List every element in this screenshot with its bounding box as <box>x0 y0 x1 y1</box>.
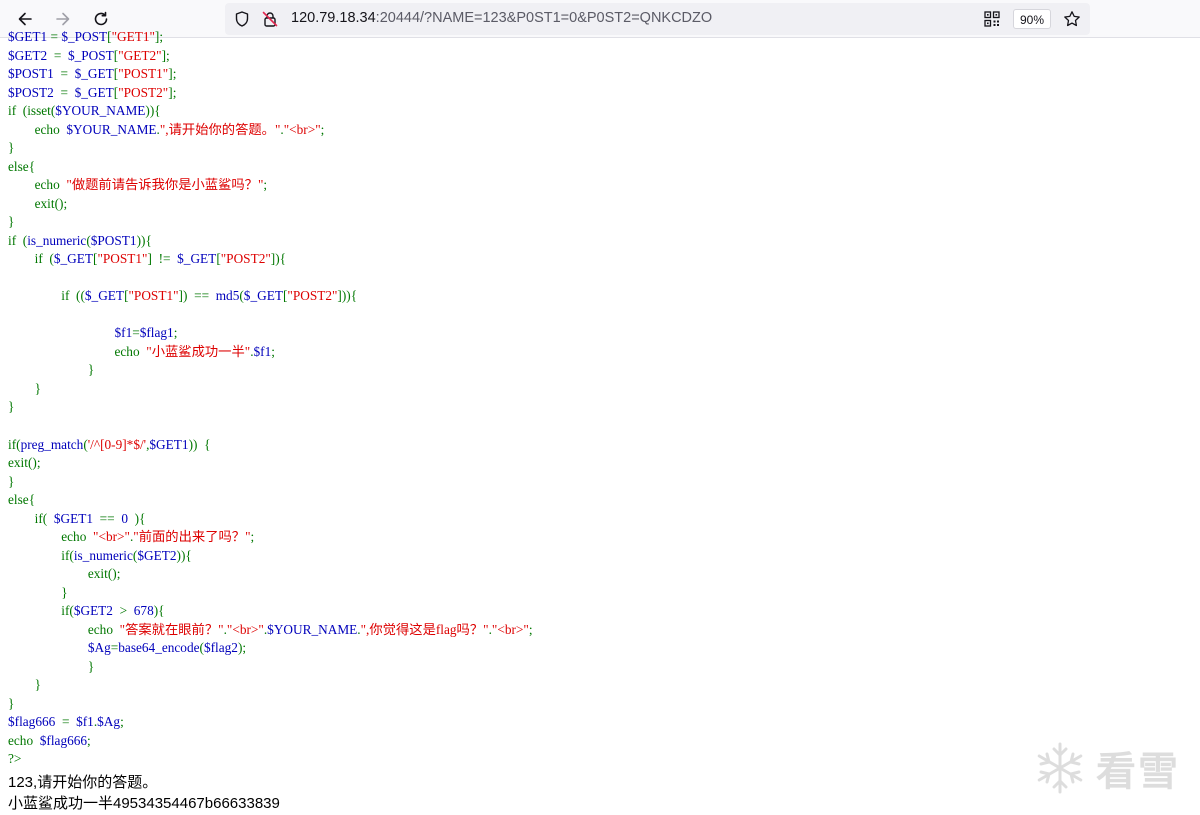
code-line: exit(); <box>34 196 68 211</box>
code-line: echo "小蓝鲨成功一半".$f1; <box>114 344 275 359</box>
code-line: if(preg_match('/^[0-9]*$/',$GET1)) { <box>8 437 211 452</box>
code-line: $GET1 = $_POST["GET1"]; <box>8 29 164 44</box>
code-line: if (is_numeric($POST1)){ <box>8 233 152 248</box>
watermark-text: 看雪 <box>1096 749 1180 795</box>
code-line: else{ <box>8 492 36 507</box>
output-line: 123,请开始你的答题。 <box>8 774 158 791</box>
code-line: $GET2 = $_POST["GET2"]; <box>8 48 170 63</box>
watermark-logo: 看雪 <box>1032 738 1192 798</box>
code-line: $POST2 = $_GET["POST2"]; <box>8 85 177 100</box>
code-line: $f1=$flag1; <box>114 325 178 340</box>
code-line: } <box>8 474 15 489</box>
code-line: } <box>8 214 15 229</box>
code-line: echo $flag666; <box>8 733 91 748</box>
code-line: if (isset($YOUR_NAME)){ <box>8 103 161 118</box>
snowflake-icon <box>1037 742 1083 794</box>
code-line: exit(); <box>8 455 41 470</box>
code-line: if ($_GET["POST1"] != $_GET["POST2"]){ <box>34 251 287 266</box>
code-line: if($GET2 > 678){ <box>61 603 165 618</box>
code-line: ?> <box>8 751 22 766</box>
code-line: } <box>61 585 68 600</box>
code-line: $POST1 = $_GET["POST1"]; <box>8 66 177 81</box>
code-line: exit(); <box>87 566 121 581</box>
code-line: } <box>8 696 15 711</box>
code-line: } <box>87 659 95 674</box>
code-line: } <box>34 381 42 396</box>
code-line: echo "<br>"."前面的出来了吗？"; <box>61 529 255 544</box>
code-line: } <box>34 677 42 692</box>
code-line: echo $YOUR_NAME.",请开始你的答题。"."<br>"; <box>34 122 325 137</box>
php-source-code: $GET1 = $_POST["GET1"]; $GET2 = $_POST["… <box>0 0 1200 815</box>
code-line: echo "做题前请告诉我你是小蓝鲨吗？"; <box>34 177 268 192</box>
code-line: if( $GET1 == 0 ){ <box>34 511 146 526</box>
code-line: if(is_numeric($GET2)){ <box>61 548 192 563</box>
code-line: } <box>8 399 15 414</box>
code-line: $Ag=base64_encode($flag2); <box>87 640 247 655</box>
code-line: echo "答案就在眼前？"."<br>".$YOUR_NAME.",你觉得这是… <box>87 622 533 637</box>
code-line: $flag666 = $f1.$Ag; <box>8 714 124 729</box>
code-line: } <box>87 362 95 377</box>
code-line: else{ <box>8 159 36 174</box>
code-line: if (($_GET["POST1"]) == md5($_GET["POST2… <box>61 288 358 303</box>
code-line: } <box>8 140 15 155</box>
output-line: 小蓝鲨成功一半49534354467b66633839 <box>8 795 280 812</box>
